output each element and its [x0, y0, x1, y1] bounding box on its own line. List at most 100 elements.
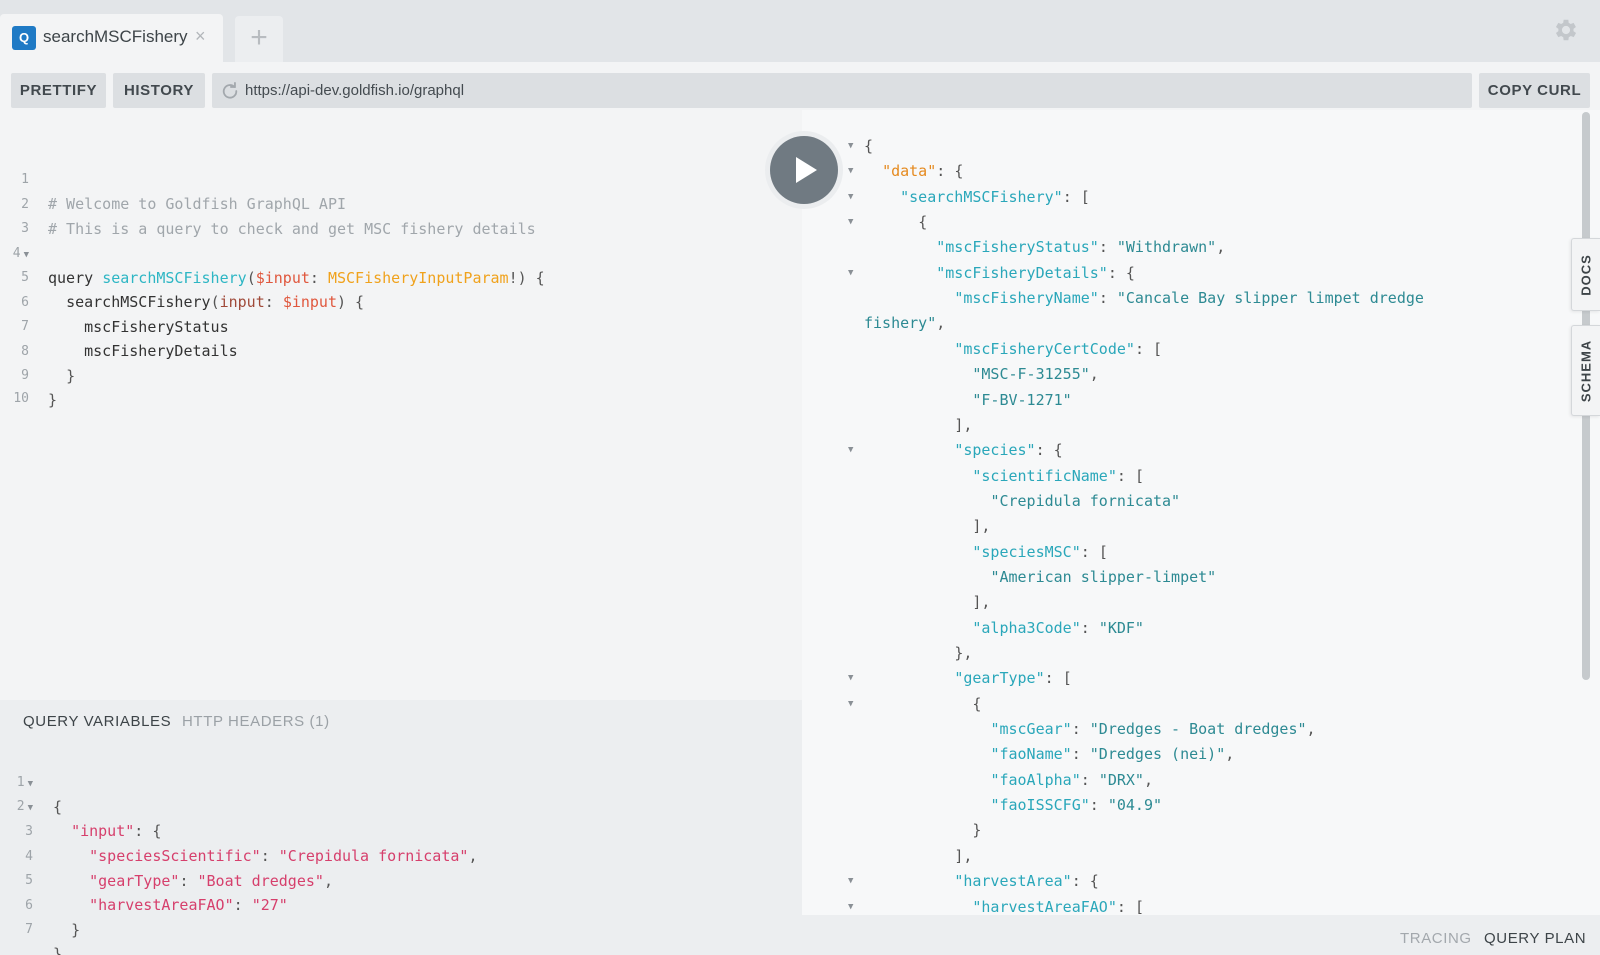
- editor-line: 9 }: [0, 338, 57, 409]
- result-key: "mscGear": [990, 720, 1072, 739]
- result-line-content: "alpha3Code": "KDF": [972, 618, 1144, 637]
- result-string-value: "KDF": [1098, 618, 1144, 637]
- query-plan-tab[interactable]: QUERY PLAN: [1484, 930, 1586, 947]
- result-key: "harvestArea": [954, 872, 1072, 891]
- fold-arrow-icon[interactable]: ▼: [848, 210, 853, 235]
- fold-arrow-icon[interactable]: ▼: [848, 438, 853, 463]
- result-line: "mscFisheryName": "Cancale Bay slipper l…: [802, 286, 1592, 311]
- copy-curl-button[interactable]: COPY CURL: [1479, 73, 1590, 108]
- fold-arrow-icon[interactable]: ▼: [848, 692, 853, 717]
- query-editor[interactable]: 1 # Welcome to Goldfish GraphQL API 2 # …: [0, 120, 802, 700]
- result-string-value: "Cancale Bay slipper limpet dredge: [1116, 289, 1424, 308]
- result-line-content: "F-BV-1271": [864, 388, 1072, 413]
- result-line: "mscFisheryStatus": "Withdrawn",: [802, 235, 1592, 260]
- result-line-content: "mscFisheryStatus": "Withdrawn",: [936, 238, 1226, 257]
- gear-icon[interactable]: [1552, 16, 1580, 44]
- result-line-content: "searchMSCFishery": [: [900, 187, 1090, 206]
- line-number: 10: [13, 391, 29, 406]
- result-line-content: "harvestArea": {: [954, 872, 1099, 891]
- result-key: "mscFisheryCertCode": [954, 339, 1135, 358]
- result-line: ],: [802, 514, 1592, 539]
- result-line: ▼ "gearType": [: [802, 666, 1592, 691]
- tab-bar: Q searchMSCFishery × +: [0, 0, 1600, 62]
- endpoint-url-input[interactable]: [245, 73, 1445, 108]
- result-line: "faoAlpha": "DRX",: [802, 768, 1592, 793]
- result-line-content: "data": {: [882, 162, 964, 181]
- result-line: ▼ "mscFisheryDetails": {: [802, 261, 1592, 286]
- tab-query-variables[interactable]: QUERY VARIABLES: [23, 713, 171, 730]
- execute-query-button[interactable]: [770, 136, 838, 204]
- editor-line: 8 }: [0, 314, 75, 385]
- result-line-content: ],: [954, 415, 973, 434]
- history-button[interactable]: HISTORY: [113, 73, 205, 108]
- result-line-content: "faoAlpha": "DRX",: [990, 770, 1153, 789]
- result-string-value: "American slipper-limpet": [990, 567, 1217, 586]
- refresh-icon[interactable]: [221, 82, 239, 100]
- result-line-content: "American slipper-limpet": [864, 565, 1216, 590]
- variable-name: $input: [255, 269, 310, 287]
- fold-arrow-icon[interactable]: ▼: [848, 261, 853, 286]
- editor-line: 6 mscFisheryStatus: [0, 265, 228, 336]
- result-string-value: "MSC-F-31255": [972, 365, 1090, 384]
- result-key: "mscFisheryDetails": [936, 263, 1108, 282]
- variables-line[interactable]: 6 }: [0, 868, 800, 939]
- result-key: "faoAlpha": [990, 770, 1081, 789]
- tab-http-headers[interactable]: HTTP HEADERS (1): [182, 713, 330, 730]
- result-line: "faoName": "Dredges (nei)",: [802, 742, 1592, 767]
- tab-search-msc-fishery[interactable]: Q searchMSCFishery ×: [0, 14, 223, 62]
- fold-arrow-icon[interactable]: ▼: [848, 159, 853, 184]
- variables-panel: QUERY VARIABLES HTTP HEADERS (1) 1 ▼ { 2 ▼…: [0, 700, 802, 955]
- docs-tab[interactable]: DOCS: [1571, 238, 1600, 311]
- docs-tab-label: DOCS: [1578, 253, 1594, 296]
- result-line-content: {: [864, 137, 874, 155]
- result-key: "scientificName": [972, 466, 1117, 485]
- fold-arrow-icon[interactable]: ▼: [848, 895, 853, 916]
- result-line: fishery",: [802, 311, 1592, 336]
- fold-arrow-icon[interactable]: ▼: [848, 666, 853, 691]
- result-line: "Crepidula fornicata": [802, 489, 1592, 514]
- code-comment: # This is a query to check and get MSC f…: [48, 220, 536, 238]
- result-line-content: "mscFisheryCertCode": [: [954, 339, 1163, 358]
- result-string-value: fishery": [864, 314, 937, 333]
- result-viewer[interactable]: ▼{▼ "data": {▼ "searchMSCFishery": [▼ { …: [802, 110, 1600, 915]
- variables-line[interactable]: 1 ▼ {: [0, 745, 800, 816]
- result-line: ],: [802, 844, 1592, 869]
- result-line: ],: [802, 413, 1592, 438]
- field-details: mscFisheryDetails: [84, 342, 238, 360]
- result-line-content: {: [972, 694, 982, 713]
- variables-line[interactable]: 7 }: [0, 892, 800, 955]
- add-tab-button[interactable]: +: [235, 16, 283, 62]
- result-string-value: "F-BV-1271": [972, 390, 1072, 409]
- argument-variable: $input: [282, 293, 337, 311]
- editor-line: 2 # This is a query to check and get MSC…: [0, 167, 536, 238]
- editor-line: 5 searchMSCFishery(input: $input) {: [0, 240, 364, 311]
- fold-arrow-icon[interactable]: ▼: [848, 869, 853, 894]
- variables-line[interactable]: 2 ▼ "input": {: [0, 769, 800, 840]
- result-line-content: ],: [954, 846, 973, 865]
- result-key: "alpha3Code": [972, 618, 1081, 637]
- editor-line: 7 mscFisheryDetails: [0, 289, 237, 360]
- close-icon[interactable]: ×: [195, 26, 206, 46]
- tracing-tab[interactable]: TRACING: [1400, 930, 1472, 947]
- schema-tab[interactable]: SCHEMA: [1571, 325, 1600, 416]
- fold-arrow-icon[interactable]: ▼: [848, 134, 853, 159]
- result-key: "mscFisheryStatus": [936, 238, 1099, 257]
- result-line: ▼ "species": {: [802, 438, 1592, 463]
- result-line-content: "Crepidula fornicata": [864, 489, 1180, 514]
- result-line-content: fishery",: [864, 314, 946, 333]
- result-key: "mscFisheryName": [954, 289, 1099, 308]
- prettify-button[interactable]: PRETTIFY: [11, 73, 106, 108]
- variables-line[interactable]: 4 "gearType": "Boat dredges",: [0, 819, 800, 890]
- root-field: searchMSCFishery: [66, 293, 211, 311]
- result-line-content: },: [954, 644, 973, 662]
- result-line: ▼ "harvestAreaFAO": [: [802, 895, 1592, 916]
- query-keyword: query: [48, 269, 94, 287]
- editor-line: 10: [0, 361, 36, 406]
- result-line: "MSC-F-31255",: [802, 362, 1592, 387]
- fold-arrow-icon[interactable]: ▼: [848, 185, 853, 210]
- result-line: ▼{: [802, 134, 1592, 159]
- variables-line[interactable]: 3 "speciesScientific": "Crepidula fornic…: [0, 794, 800, 865]
- field-status: mscFisheryStatus: [84, 318, 229, 336]
- result-line-content: "mscFisheryDetails": {: [936, 263, 1135, 282]
- variables-line[interactable]: 5 "harvestAreaFAO": "27": [0, 843, 800, 914]
